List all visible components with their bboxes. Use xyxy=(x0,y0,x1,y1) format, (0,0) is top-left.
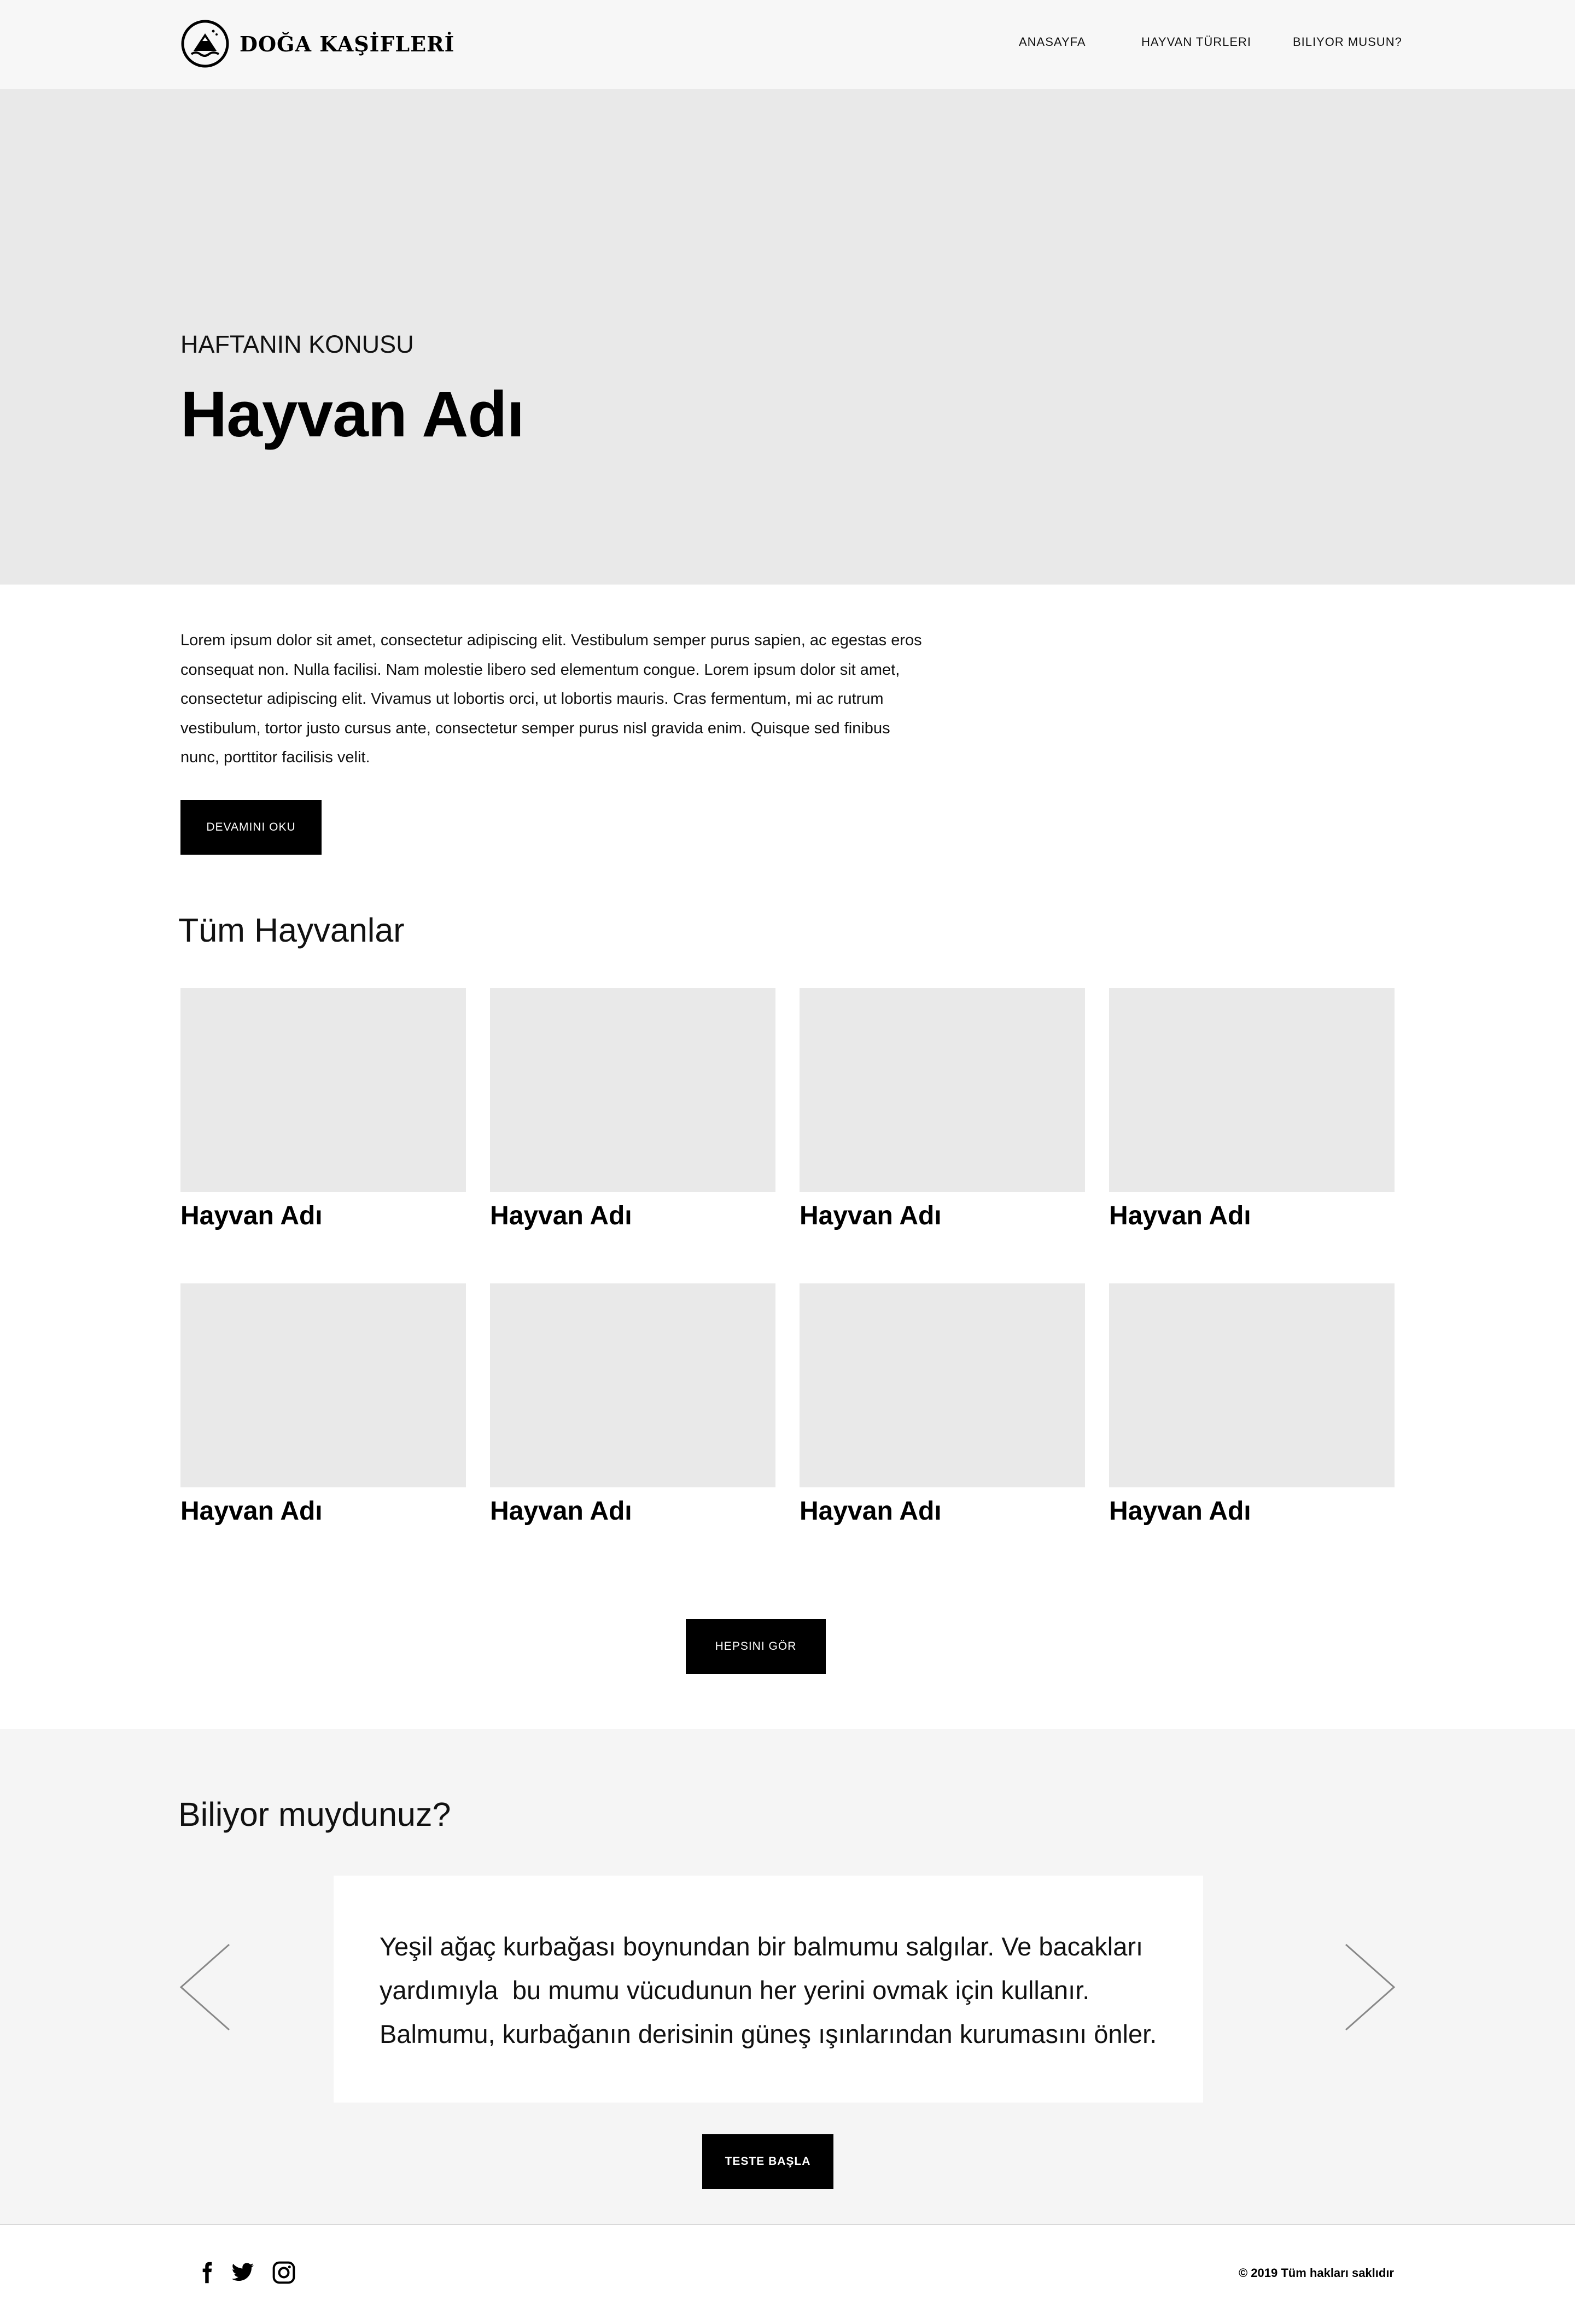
animal-name: Hayvan Adı xyxy=(180,1497,323,1526)
fact-card: Yeşil ağaç kurbağası boynundan bir balmu… xyxy=(334,1876,1203,2103)
animal-image-placeholder xyxy=(490,1283,775,1487)
animal-image-placeholder xyxy=(180,1283,466,1487)
chevron-left-icon[interactable] xyxy=(178,1942,233,2033)
fact-line: yardımıyla bu mumu vücudunun her yerini … xyxy=(380,1976,1090,2005)
fact-line: Yeşil ağaç kurbağası boynundan bir balmu… xyxy=(380,1932,1144,1961)
animal-card[interactable]: Hayvan Adı xyxy=(1109,1283,1395,1526)
animal-image-placeholder xyxy=(490,988,775,1192)
site-header: DOĞA KAŞİFLERİ ANASAYFA HAYVAN TÜRLERI B… xyxy=(0,0,1575,89)
animal-name: Hayvan Adı xyxy=(800,1497,942,1526)
animal-card[interactable]: Hayvan Adı xyxy=(800,1283,1085,1526)
animal-name: Hayvan Adı xyxy=(490,1201,632,1230)
did-you-know-title: Biliyor muydunuz? xyxy=(178,1796,451,1833)
animals-section-title: Tüm Hayvanlar xyxy=(178,912,405,949)
animal-image-placeholder xyxy=(800,1283,1085,1487)
chevron-right-icon[interactable] xyxy=(1342,1942,1397,2033)
facebook-icon[interactable] xyxy=(195,2261,219,2285)
nav-did-you-know[interactable]: BILIYOR MUSUN? xyxy=(1293,35,1402,49)
start-quiz-button[interactable]: TESTE BAŞLA xyxy=(702,2134,833,2189)
instagram-icon[interactable] xyxy=(272,2261,296,2285)
hero-title: Hayvan Adı xyxy=(180,378,524,451)
animal-name: Hayvan Adı xyxy=(180,1201,323,1230)
twitter-icon[interactable] xyxy=(231,2261,255,2285)
see-all-button[interactable]: HEPSINI GÖR xyxy=(686,1619,826,1674)
fact-line: Balmumu, kurbağanın derisinin güneş ışın… xyxy=(380,2019,1157,2048)
hero-label: HAFTANIN KONUSU xyxy=(180,330,414,358)
logo-text: DOĞA KAŞİFLERİ xyxy=(240,31,455,56)
animal-image-placeholder xyxy=(800,988,1085,1192)
intro-text: Lorem ipsum dolor sit amet, consectetur … xyxy=(180,632,922,766)
animal-name: Hayvan Adı xyxy=(490,1497,632,1526)
animal-image-placeholder xyxy=(1109,1283,1395,1487)
animal-card[interactable]: Hayvan Adı xyxy=(180,1283,466,1526)
animal-card[interactable]: Hayvan Adı xyxy=(1109,988,1395,1231)
nav-home[interactable]: ANASAYFA xyxy=(1019,35,1086,49)
animal-name: Hayvan Adı xyxy=(1109,1497,1251,1526)
animal-name: Hayvan Adı xyxy=(800,1201,942,1230)
animal-card[interactable]: Hayvan Adı xyxy=(180,988,466,1231)
logo-mountain-icon xyxy=(181,20,229,68)
animal-card[interactable]: Hayvan Adı xyxy=(800,988,1085,1231)
animal-card[interactable]: Hayvan Adı xyxy=(490,988,775,1231)
nav-animal-types[interactable]: HAYVAN TÜRLERI xyxy=(1141,35,1251,49)
logo[interactable]: DOĞA KAŞİFLERİ xyxy=(180,19,454,69)
read-more-button[interactable]: DEVAMINI OKU xyxy=(180,800,322,855)
animal-image-placeholder xyxy=(180,988,466,1192)
copyright-text: © 2019 Tüm hakları saklıdır xyxy=(1238,2266,1394,2280)
animal-card[interactable]: Hayvan Adı xyxy=(490,1283,775,1526)
animal-name: Hayvan Adı xyxy=(1109,1201,1251,1230)
animal-image-placeholder xyxy=(1109,988,1395,1192)
